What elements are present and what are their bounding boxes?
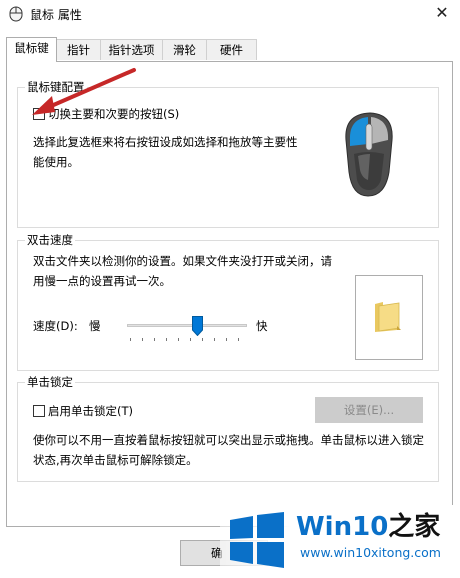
click-lock-description: 使你可以不用一直按着鼠标按钮就可以突出显示或拖拽。单击鼠标以进入锁定状态,再次单… — [33, 433, 424, 467]
slow-label: 慢 — [89, 319, 101, 333]
slider-tick — [166, 338, 167, 341]
watermark-brand-name: Win10 — [296, 512, 389, 542]
tab-hardware[interactable]: 硬件 — [206, 39, 257, 60]
tab-pointers[interactable]: 指针 — [56, 39, 101, 60]
fast-label: 快 — [256, 319, 268, 333]
tab-label: 鼠标键 — [14, 41, 49, 55]
watermark-brand: Win10之家 — [296, 512, 440, 542]
slider-tick — [154, 338, 155, 341]
slider-tick — [226, 338, 227, 341]
annotation-arrow — [32, 68, 136, 115]
slider-tick — [202, 338, 203, 341]
tab-label: 硬件 — [220, 43, 243, 57]
slider-tick — [142, 338, 143, 341]
title-bar: 鼠标 属性 ✕ — [0, 0, 460, 28]
windows-logo-icon — [230, 512, 284, 568]
speed-label: 速度(D): — [33, 319, 78, 333]
slider-thumb-icon[interactable] — [192, 316, 203, 336]
mouse-app-icon — [9, 6, 23, 22]
slider-tick — [238, 338, 239, 341]
group-title: 单击锁定 — [25, 374, 75, 390]
watermark-brand-suffix: 之家 — [388, 512, 441, 542]
double-click-description: 双击文件夹以检测你的设置。如果文件夹没打开或关闭，请用慢一点的设置再试一次。 — [33, 254, 332, 288]
tab-wheel[interactable]: 滑轮 — [162, 39, 207, 60]
button-config-description: 选择此复选框来将右按钮设成如选择和拖放等主要性能使用。 — [33, 135, 298, 169]
slider-tick — [190, 338, 191, 341]
mouse-illustration-icon — [345, 112, 393, 197]
speed-slider-track[interactable] — [127, 324, 247, 327]
folder-icon — [375, 302, 401, 332]
click-lock-checkbox[interactable] — [33, 405, 45, 417]
test-folder-box[interactable] — [355, 275, 423, 360]
tab-label: 滑轮 — [173, 43, 196, 57]
slider-tick — [178, 338, 179, 341]
close-button[interactable]: ✕ — [424, 0, 460, 28]
tab-pointer-options[interactable]: 指针选项 — [100, 39, 163, 60]
group-title: 双击速度 — [25, 232, 75, 248]
slider-tick — [130, 338, 131, 341]
slider-tick — [214, 338, 215, 341]
window-title: 鼠标 属性 — [30, 8, 82, 22]
watermark-url: www.win10xitong.com — [300, 545, 441, 560]
tab-label: 指针 — [67, 43, 90, 57]
close-icon: ✕ — [435, 3, 449, 22]
click-lock-label[interactable]: 启用单击锁定(T) — [48, 403, 133, 419]
click-lock-settings-button[interactable]: 设置(E)... — [315, 397, 423, 423]
tab-label: 指针选项 — [108, 43, 155, 57]
tab-buttons[interactable]: 鼠标键 — [6, 37, 57, 62]
